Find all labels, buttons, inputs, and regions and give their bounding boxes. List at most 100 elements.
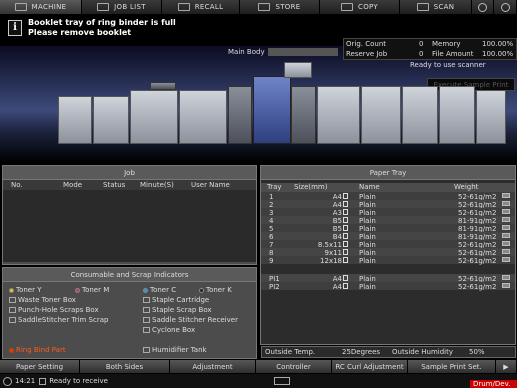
cyclone-box-icon [143, 327, 150, 333]
job-list[interactable] [3, 190, 256, 262]
paper-level-icon [502, 249, 510, 254]
drum-dev-alert[interactable]: Drum/Dev. [470, 380, 517, 388]
controller-button[interactable]: Controller [256, 360, 332, 373]
tray-row[interactable]: PI1 A4 Plain 52-61g/m2 [261, 274, 515, 283]
both-sides-button[interactable]: Both Sides [80, 360, 170, 373]
tab-recall[interactable]: RECALL [162, 0, 240, 14]
scan-icon [416, 3, 429, 11]
toner-m-indicator[interactable]: Toner M [75, 286, 109, 294]
info-icon: i [8, 20, 22, 36]
tab-scan[interactable]: SCAN [400, 0, 472, 14]
tray-row[interactable]: 1 A4 Plain 52-61g/m2 [261, 192, 515, 201]
globe-button[interactable] [472, 0, 494, 14]
tray-row[interactable]: 9 12x18 Plain 52-61g/m2 [261, 256, 515, 265]
punch-hole-indicator[interactable]: Punch-Hole Scraps Box [9, 306, 99, 314]
tab-job-list[interactable]: JOB LIST [82, 0, 162, 14]
outside-humidity-value: 50% [469, 348, 485, 356]
staple-cartridge-indicator[interactable]: Staple Cartridge [143, 296, 209, 304]
paper-tray-table: Tray Size(mm) Name Weight 1 A4 Plain 52-61g… [261, 180, 515, 344]
toner-y-indicator[interactable]: Toner Y [9, 286, 42, 294]
next-page-button[interactable]: ▶ [496, 360, 517, 373]
job-col-minutes: Minute(S) [140, 181, 174, 189]
machine-unit-finisher-1[interactable] [317, 86, 360, 144]
consumables-panel: Consumable and Scrap Indicators Toner Y … [2, 267, 257, 359]
saddle-receiver-indicator[interactable]: Saddle Stitcher Receiver [143, 316, 238, 324]
paper-tray-rows: 1 A4 Plain 52-61g/m2 2 A4 Plain 52-61g/m2 3 A3 Pla… [261, 192, 515, 291]
outside-temp-label: Outside Temp. [265, 348, 316, 356]
cyclone-box-indicator[interactable]: Cyclone Box [143, 326, 195, 334]
machine-unit-feeder-4[interactable] [179, 90, 227, 144]
machine-unit-main-body[interactable] [253, 76, 291, 144]
machine-unit-feeder-3[interactable] [130, 90, 178, 144]
saddle-receiver-icon [143, 317, 150, 323]
machine-unit-ring-binder[interactable] [476, 90, 506, 144]
tray-col-tray: Tray [267, 183, 282, 191]
tray-weight: 52-61g/m2 [458, 283, 497, 291]
tray-size: 12x18 [320, 257, 342, 265]
paper-orientation-icon [343, 233, 348, 239]
sample-print-set-button[interactable]: Sample Print Set. [408, 360, 496, 373]
paper-setting-button[interactable]: Paper Setting [0, 360, 80, 373]
clock-icon [3, 376, 12, 386]
consumables-title: Consumable and Scrap Indicators [3, 268, 256, 282]
humidifier-icon [143, 347, 150, 353]
store-icon [258, 3, 271, 11]
message-line-1: Booklet tray of ring binder is full [28, 18, 176, 27]
machine-unit-finisher-4[interactable] [439, 86, 475, 144]
tab-store[interactable]: STORE [240, 0, 320, 14]
toner-m-icon [75, 287, 80, 293]
adjustment-button[interactable]: Adjustment [170, 360, 256, 373]
paper-orientation-icon [343, 257, 348, 263]
ring-bind-indicator[interactable]: Ring Bind Part [9, 346, 66, 354]
tray-col-name: Name [359, 183, 380, 191]
punch-hole-icon [9, 307, 16, 313]
machine-unit-finisher-3[interactable] [402, 86, 438, 144]
paper-level-icon [502, 241, 510, 246]
tray-row[interactable]: 5 B5 Plain 81-91g/m2 [261, 224, 515, 233]
tray-row[interactable]: 6 B4 Plain 81-91g/m2 [261, 232, 515, 241]
tab-machine[interactable]: MACHINE [0, 0, 82, 14]
humidifier-indicator[interactable]: Humidifier Tank [143, 346, 207, 354]
paper-level-icon [502, 209, 510, 214]
toner-c-icon [143, 287, 148, 293]
waste-toner-icon [9, 297, 16, 303]
rc-curl-adjustment-button[interactable]: RC Curl Adjustment [332, 360, 408, 373]
machine-unit-scanner[interactable] [284, 62, 312, 78]
tray-row[interactable]: 8 9x11 Plain 52-61g/m2 [261, 248, 515, 257]
toner-k-indicator[interactable]: Toner K [199, 286, 232, 294]
keyboard-icon[interactable] [273, 377, 290, 385]
paper-orientation-icon [343, 249, 348, 255]
machine-unit-feeder-1[interactable] [58, 96, 92, 144]
tray-row[interactable]: PI2 A4 Plain 52-61g/m2 [261, 282, 515, 291]
power-button[interactable] [494, 0, 517, 14]
paper-orientation-icon [343, 209, 348, 215]
paper-orientation-icon [343, 241, 348, 247]
receive-icon [39, 377, 47, 385]
memory-value: 100.00% [482, 40, 514, 48]
tray-row[interactable]: 3 A3 Plain 52-61g/m2 [261, 208, 515, 217]
tray-row[interactable]: 2 A4 Plain 52-61g/m2 [261, 200, 515, 209]
tray-number: 9 [269, 257, 274, 265]
arrow-right-icon: ▶ [503, 362, 509, 371]
tray-number: PI2 [269, 283, 280, 291]
toner-c-indicator[interactable]: Toner C [143, 286, 176, 294]
saddle-trim-icon [9, 317, 16, 323]
paper-level-icon [502, 217, 510, 222]
main-body-label: Main Body [228, 48, 265, 56]
alert-icon [9, 347, 14, 353]
saddle-trim-indicator[interactable]: SaddleStitcher Trim Scrap [9, 316, 108, 324]
machine-unit-finisher-2[interactable] [361, 86, 401, 144]
tab-copy[interactable]: COPY [320, 0, 400, 14]
tray-row[interactable]: 4 B5 Plain 81-91g/m2 [261, 216, 515, 225]
globe-icon [478, 2, 487, 12]
machine-unit-feeder-2[interactable] [93, 96, 129, 144]
waste-toner-indicator[interactable]: Waste Toner Box [9, 296, 76, 304]
machine-unit-inserter[interactable] [150, 82, 176, 90]
tray-row[interactable]: 7 8.5x11 Plain 52-61g/m2 [261, 240, 515, 249]
staple-scrap-indicator[interactable]: Staple Scrap Box [143, 306, 212, 314]
machine-unit-relay[interactable] [291, 86, 316, 144]
machine-unit-main-left[interactable] [228, 86, 252, 144]
job-list-icon [97, 3, 110, 11]
staple-scrap-icon [143, 307, 150, 313]
environment-bar: Outside Temp. 25Degrees Outside Humidity… [261, 346, 516, 358]
